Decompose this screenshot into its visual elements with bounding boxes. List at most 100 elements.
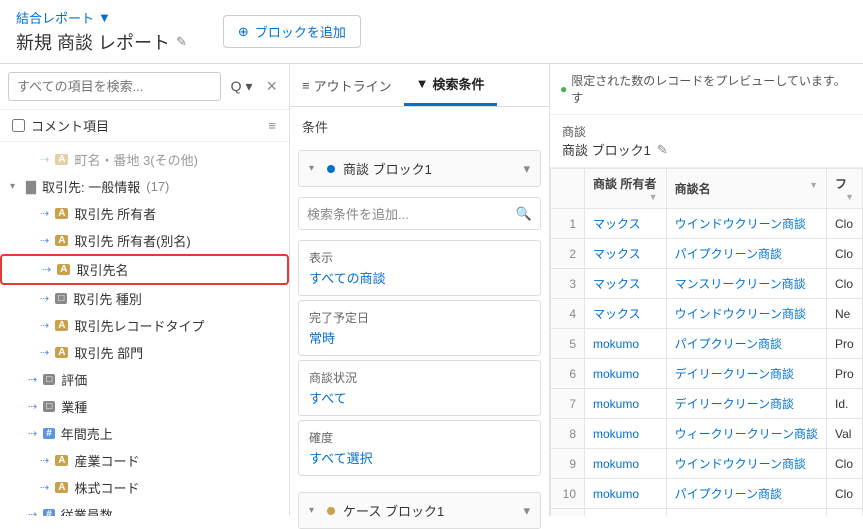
field-label: 評価	[61, 370, 87, 389]
field-item[interactable]: ⇢ A 町名・番地 3(その他)	[0, 146, 289, 173]
field-label: 町名・番地 3(その他)	[74, 150, 198, 169]
menu-icon[interactable]: ≡	[268, 118, 277, 133]
opportunity-name-cell[interactable]: パイプクリーン商談	[666, 239, 826, 269]
chevron-down-icon: ▼	[98, 10, 111, 25]
filter-label: 表示	[309, 249, 530, 266]
filter-card[interactable]: 表示すべての商談	[298, 240, 541, 296]
type-badge: #	[43, 509, 55, 516]
opportunity-name-cell[interactable]: ウィークリークリーン商談	[666, 419, 826, 449]
field-item[interactable]: ⇢A取引先 所有者(別名)	[0, 227, 289, 254]
opportunity-name-cell[interactable]: ウインドウクリーン商談	[666, 209, 826, 239]
add-block-button[interactable]: ⊕ ブロックを追加	[223, 15, 361, 48]
chevron-down-icon[interactable]: ▼	[649, 192, 658, 202]
field-item[interactable]: ⇢□業種	[0, 393, 289, 420]
type-badge: □	[55, 293, 67, 304]
table-row: 8mokumoウィークリークリーン商談Val	[551, 419, 863, 449]
field-item[interactable]: ⇢#従業員数	[0, 501, 289, 516]
row-number: 2	[551, 239, 585, 269]
opportunity-name-cell[interactable]: パイプクリーン商談	[666, 479, 826, 509]
filter-block-opportunity[interactable]: ▾ 商談 ブロック1 ▾	[298, 150, 541, 187]
chevron-down-icon[interactable]: ▼	[809, 180, 818, 190]
search-input[interactable]	[8, 72, 221, 101]
field-item[interactable]: ⇢A取引先 所有者	[0, 200, 289, 227]
list-icon: ≡	[302, 78, 310, 93]
type-badge: #	[43, 428, 55, 439]
filter-card[interactable]: 確度すべて選択	[298, 420, 541, 476]
owner-cell[interactable]: mokumo	[585, 359, 667, 389]
group-count: (17)	[146, 179, 169, 194]
column-header[interactable]: フ▼	[826, 169, 862, 209]
field-item[interactable]: ⇢#年間売上	[0, 420, 289, 447]
stage-cell: Ne	[826, 299, 862, 329]
edit-icon[interactable]: ✎	[176, 34, 187, 50]
folder-icon: ▇	[26, 179, 36, 195]
stage-cell: Val	[826, 419, 862, 449]
tab-outline[interactable]: ≡ アウトライン	[290, 64, 404, 106]
add-filter-input[interactable]: 検索条件を追加... 🔍	[298, 197, 541, 230]
filter-block-case[interactable]: ▾ ケース ブロック1 ▾	[298, 492, 541, 529]
block-menu-icon[interactable]: ▾	[523, 503, 530, 519]
owner-cell[interactable]: mokumo	[585, 479, 667, 509]
chevron-down-icon[interactable]: ▼	[845, 192, 854, 202]
owner-cell[interactable]: マックス	[585, 239, 667, 269]
row-number: 3	[551, 269, 585, 299]
edit-icon[interactable]: ✎	[657, 142, 668, 158]
opportunity-name-cell[interactable]: デイリークリーン商談	[666, 359, 826, 389]
owner-cell[interactable]: mokumo	[585, 509, 667, 517]
clear-search-icon[interactable]: ×	[262, 76, 281, 97]
fields-panel: Q ▾ × コメント項目 ≡ ⇢ A 町名・番地 3(その他) ▾ ▇ 取引先:…	[0, 64, 290, 516]
search-icon[interactable]: Q ▾	[227, 78, 257, 95]
chevron-down-icon: ▾	[309, 163, 319, 174]
arrow-icon: ⇢	[40, 454, 49, 467]
filter-card[interactable]: 完了予定日常時	[298, 300, 541, 356]
field-group[interactable]: ▾ ▇ 取引先: 一般情報 (17)	[0, 173, 289, 200]
add-block-label: ブロックを追加	[255, 22, 346, 41]
field-label: 業種	[61, 397, 87, 416]
opportunity-name-cell[interactable]: デイリークリーン商談	[666, 389, 826, 419]
opportunity-name-cell[interactable]: マンスリークリーン商談	[666, 269, 826, 299]
opportunity-name-cell[interactable]: パイプクリーン商談	[666, 509, 826, 517]
block-label: 商談 ブロック1	[343, 159, 432, 178]
row-number: 10	[551, 479, 585, 509]
tab-outline-label: アウトライン	[314, 76, 392, 95]
column-header[interactable]	[551, 169, 585, 209]
field-item[interactable]: ⇢A取引先名	[0, 254, 289, 285]
preview-message: 限定された数のレコードをプレビューしています。す	[571, 72, 853, 106]
comment-checkbox[interactable]	[12, 119, 25, 132]
preview-table: 商談 所有者▼商談名▼フ▼ 1マックスウインドウクリーン商談Clo2マックスパイ…	[550, 168, 863, 516]
opportunity-name-cell[interactable]: パイプクリーン商談	[666, 329, 826, 359]
table-row: 3マックスマンスリークリーン商談Clo	[551, 269, 863, 299]
block-menu-icon[interactable]: ▾	[523, 161, 530, 177]
owner-cell[interactable]: mokumo	[585, 389, 667, 419]
field-label: 取引先 所有者	[74, 204, 156, 223]
field-item[interactable]: ⇢A株式コード	[0, 474, 289, 501]
field-label: 従業員数	[61, 505, 113, 516]
table-row: 2マックスパイプクリーン商談Clo	[551, 239, 863, 269]
filter-value: 常時	[309, 328, 530, 347]
field-item[interactable]: ⇢A取引先 部門	[0, 339, 289, 366]
owner-cell[interactable]: マックス	[585, 299, 667, 329]
row-number: 9	[551, 449, 585, 479]
owner-cell[interactable]: mokumo	[585, 329, 667, 359]
field-item[interactable]: ⇢A取引先レコードタイプ	[0, 312, 289, 339]
table-row: 7mokumoデイリークリーン商談Id.	[551, 389, 863, 419]
column-header[interactable]: 商談名▼	[666, 169, 826, 209]
opportunity-name-cell[interactable]: ウインドウクリーン商談	[666, 299, 826, 329]
field-item[interactable]: ⇢□取引先 種別	[0, 285, 289, 312]
plus-icon: ⊕	[238, 24, 249, 40]
owner-cell[interactable]: mokumo	[585, 449, 667, 479]
field-item[interactable]: ⇢A産業コード	[0, 447, 289, 474]
group-label: 取引先: 一般情報	[42, 177, 140, 196]
stage-cell: Pro	[826, 359, 862, 389]
opportunity-name-cell[interactable]: ウインドウクリーン商談	[666, 449, 826, 479]
owner-cell[interactable]: マックス	[585, 269, 667, 299]
type-badge: A	[55, 235, 68, 246]
filter-card[interactable]: 商談状況すべて	[298, 360, 541, 416]
column-header[interactable]: 商談 所有者▼	[585, 169, 667, 209]
tab-filters[interactable]: ▼ 検索条件	[404, 64, 497, 106]
stage-cell: Clo	[826, 209, 862, 239]
field-item[interactable]: ⇢□評価	[0, 366, 289, 393]
owner-cell[interactable]: mokumo	[585, 419, 667, 449]
breadcrumb[interactable]: 結合レポート ▼	[16, 8, 187, 27]
owner-cell[interactable]: マックス	[585, 209, 667, 239]
